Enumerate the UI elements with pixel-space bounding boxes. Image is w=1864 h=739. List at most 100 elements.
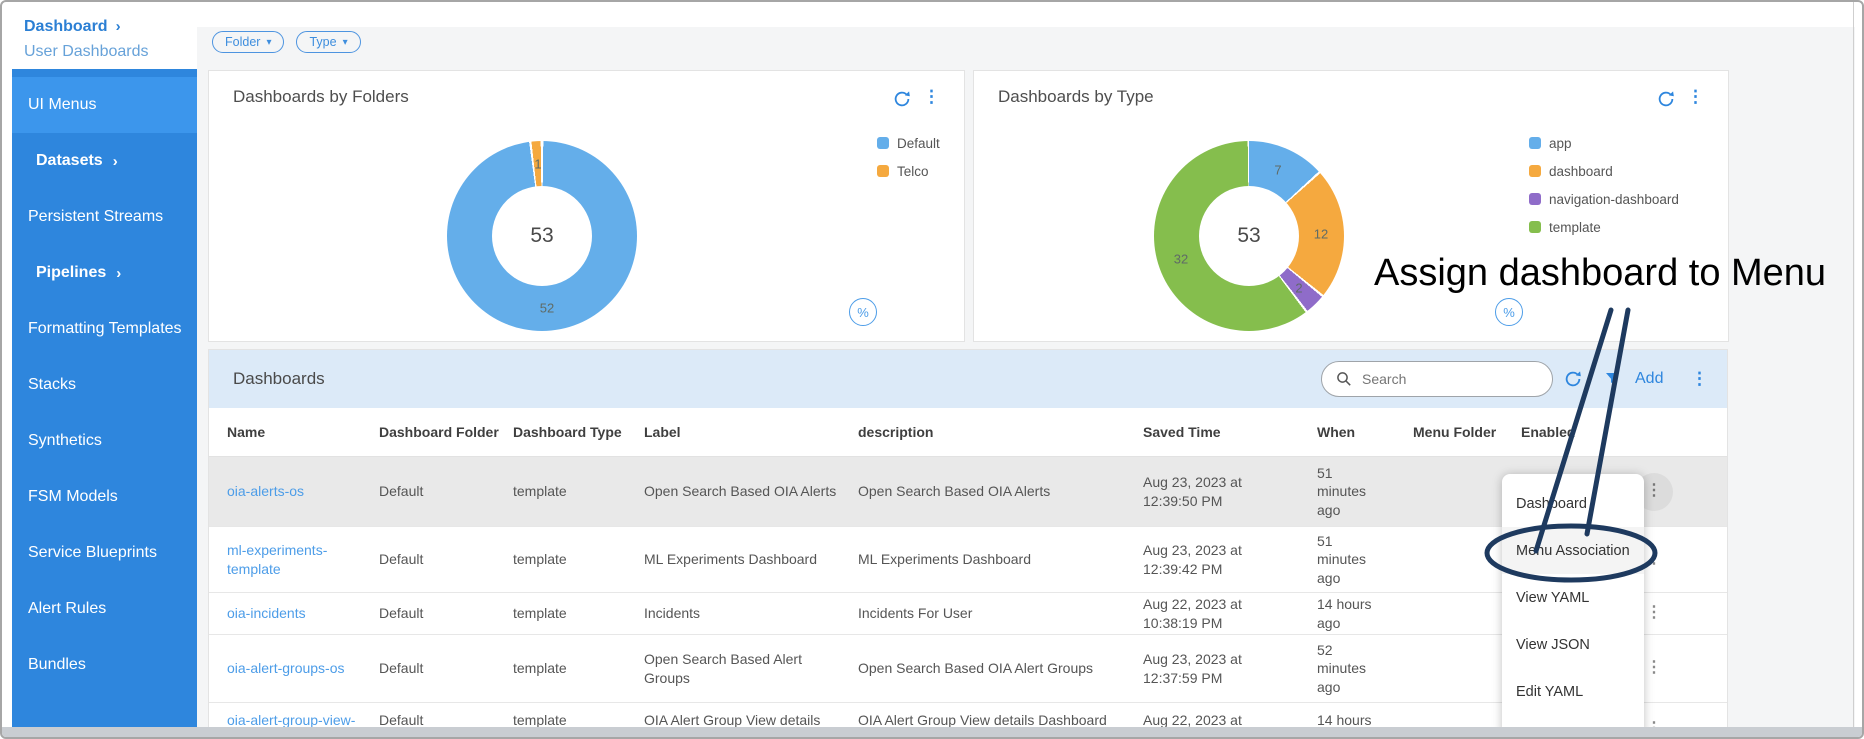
kebab-menu-icon[interactable]: ⋮: [1687, 87, 1704, 107]
bottom-scrollbar-strip[interactable]: [2, 727, 1862, 737]
column-header-menu-folder[interactable]: Menu Folder: [1413, 423, 1521, 441]
column-header-dashboard-type[interactable]: Dashboard Type: [513, 423, 644, 441]
sidebar-item-service-blueprints[interactable]: Service Blueprints: [12, 525, 197, 581]
search-icon: [1337, 372, 1351, 386]
refresh-icon[interactable]: [892, 89, 912, 109]
percent-toggle-button[interactable]: %: [849, 298, 877, 326]
kebab-menu-icon[interactable]: ⋮: [923, 87, 940, 107]
dashboard-name-link[interactable]: oia-alert-groups-os: [227, 660, 345, 676]
search-box[interactable]: [1321, 361, 1553, 397]
cell-description: Incidents For User: [858, 605, 973, 622]
legend-item-telco[interactable]: Telco: [877, 157, 940, 185]
cell-description: ML Experiments Dashboard: [858, 551, 1032, 568]
cell-label: Incidents: [644, 605, 701, 622]
donut-total: 53: [530, 224, 554, 247]
column-header-actions: [1605, 408, 1727, 456]
percent-toggle-button[interactable]: %: [1495, 298, 1523, 326]
cell-description: Open Search Based OIA Alerts: [858, 483, 1051, 500]
cell-label: ML Experiments Dashboard: [644, 551, 818, 568]
type-filter-chip[interactable]: Type ▾: [296, 31, 361, 53]
breadcrumb-user-dashboards[interactable]: User Dashboards: [24, 43, 149, 61]
column-header-dashboard-folder[interactable]: Dashboard Folder: [379, 423, 513, 441]
sidebar-item-bundles[interactable]: Bundles: [12, 637, 197, 693]
filter-funnel-icon[interactable]: [1605, 372, 1620, 386]
dashboards-table-panel: Dashboards Add ⋮ Name Dashboard Folder D…: [208, 349, 1728, 737]
segment-label-telco: 1: [534, 156, 542, 172]
sidebar-item-datasets[interactable]: Datasets ›: [12, 133, 197, 189]
column-header-name[interactable]: Name: [209, 423, 379, 441]
cell-type: template: [513, 483, 567, 500]
column-header-description[interactable]: description: [858, 423, 1143, 441]
legend-swatch-purple: [1529, 193, 1541, 205]
right-edge-divider: [1853, 2, 1854, 737]
sidebar-item-synthetics[interactable]: Synthetics: [12, 413, 197, 469]
table-title: Dashboards: [233, 369, 325, 388]
cell-type: template: [513, 551, 567, 568]
cell-when: 52 minutes ago: [1317, 642, 1367, 695]
breadcrumb-dashboard[interactable]: Dashboard: [24, 18, 108, 35]
dashboard-name-link[interactable]: ml-experiments-template: [227, 542, 327, 576]
column-header-label[interactable]: Label: [644, 423, 858, 441]
sidebar-item-pipelines[interactable]: Pipelines ›: [12, 245, 197, 301]
cell-when: 51 minutes ago: [1317, 533, 1367, 586]
type-filter-label: Type: [309, 35, 337, 49]
menu-item-edit-yaml[interactable]: Edit YAML: [1502, 668, 1644, 715]
legend-item-dashboard[interactable]: dashboard: [1529, 157, 1679, 185]
legend-item-app[interactable]: app: [1529, 129, 1679, 157]
cell-when: 14 hours ago: [1317, 596, 1372, 631]
table-row[interactable]: oia-alert-groups-os Default template Ope…: [209, 635, 1727, 703]
breadcrumb: Dashboard › User Dashboards: [24, 18, 149, 61]
kebab-menu-icon[interactable]: ⋮: [1691, 369, 1708, 389]
cell-when: 51 minutes ago: [1317, 465, 1367, 518]
cell-saved-time: Aug 23, 2023 at 12:39:50 PM: [1143, 474, 1242, 509]
table-row[interactable]: oia-incidents Default template Incidents…: [209, 593, 1727, 635]
column-header-enabled[interactable]: Enabled: [1521, 423, 1605, 441]
refresh-icon[interactable]: [1656, 89, 1676, 109]
table-header-row: Name Dashboard Folder Dashboard Type Lab…: [209, 408, 1727, 457]
legend-swatch-blue: [1529, 137, 1541, 149]
sidebar-item-alert-rules[interactable]: Alert Rules: [12, 581, 197, 637]
menu-item-view-json[interactable]: View JSON: [1502, 621, 1644, 668]
sidebar-item-formatting-templates[interactable]: Formatting Templates: [12, 301, 197, 357]
dashboard-name-link[interactable]: oia-alerts-os: [227, 483, 304, 499]
refresh-icon[interactable]: [1563, 369, 1583, 389]
menu-item-dashboard[interactable]: Dashboard: [1502, 480, 1644, 527]
sidebar-item-stacks[interactable]: Stacks: [12, 357, 197, 413]
types-donut-chart[interactable]: 53 7 12 2 32: [1154, 141, 1344, 331]
add-button[interactable]: Add: [1635, 370, 1663, 388]
cell-saved-time: Aug 23, 2023 at 12:37:59 PM: [1143, 651, 1242, 686]
folders-donut-chart[interactable]: 53 52 1: [447, 141, 637, 331]
legend-swatch-green: [1529, 221, 1541, 233]
table-row[interactable]: oia-alerts-os Default template Open Sear…: [209, 457, 1727, 527]
types-legend: app dashboard navigation-dashboard templ…: [1529, 129, 1679, 241]
cell-description: Open Search Based OIA Alert Groups: [858, 660, 1094, 677]
menu-item-menu-association[interactable]: Menu Association: [1502, 527, 1644, 574]
dashboards-by-folders-card: Dashboards by Folders ⋮ 53 52 1 Default …: [208, 70, 965, 342]
menu-item-view-yaml[interactable]: View YAML: [1502, 574, 1644, 621]
cell-type: template: [513, 605, 567, 622]
legend-item-default[interactable]: Default: [877, 129, 940, 157]
dashboards-by-type-card: Dashboards by Type ⋮ 53 7 12 2 32 app da…: [973, 70, 1729, 342]
cell-folder: Default: [379, 551, 424, 568]
legend-item-navigation-dashboard[interactable]: navigation-dashboard: [1529, 185, 1679, 213]
legend-swatch-orange: [1529, 165, 1541, 177]
sidebar-item-fsm-models[interactable]: FSM Models: [12, 469, 197, 525]
chevron-right-icon: ›: [115, 18, 121, 35]
dashboard-name-link[interactable]: oia-incidents: [227, 605, 306, 621]
table-toolbar: Dashboards Add ⋮: [209, 350, 1727, 408]
folders-legend: Default Telco: [877, 129, 940, 185]
legend-swatch-orange: [877, 165, 889, 177]
sidebar-item-ui-menus[interactable]: UI Menus: [12, 77, 197, 133]
table-row[interactable]: ml-experiments-template Default template…: [209, 527, 1727, 593]
sidebar-item-persistent-streams[interactable]: Persistent Streams: [12, 189, 197, 245]
column-header-when[interactable]: When: [1317, 423, 1413, 441]
folder-filter-chip[interactable]: Folder ▾: [212, 31, 285, 53]
sidebar-nav: UI Menus Datasets › Persistent Streams Pi…: [12, 69, 197, 729]
donut-total: 53: [1237, 224, 1261, 247]
cell-type: template: [513, 660, 567, 677]
search-input[interactable]: [1360, 370, 1524, 388]
legend-item-template[interactable]: template: [1529, 213, 1679, 241]
cell-label: Open Search Based OIA Alerts: [644, 483, 837, 500]
cell-label: Open Search Based Alert Groups: [644, 651, 802, 686]
column-header-saved-time[interactable]: Saved Time: [1143, 423, 1317, 441]
